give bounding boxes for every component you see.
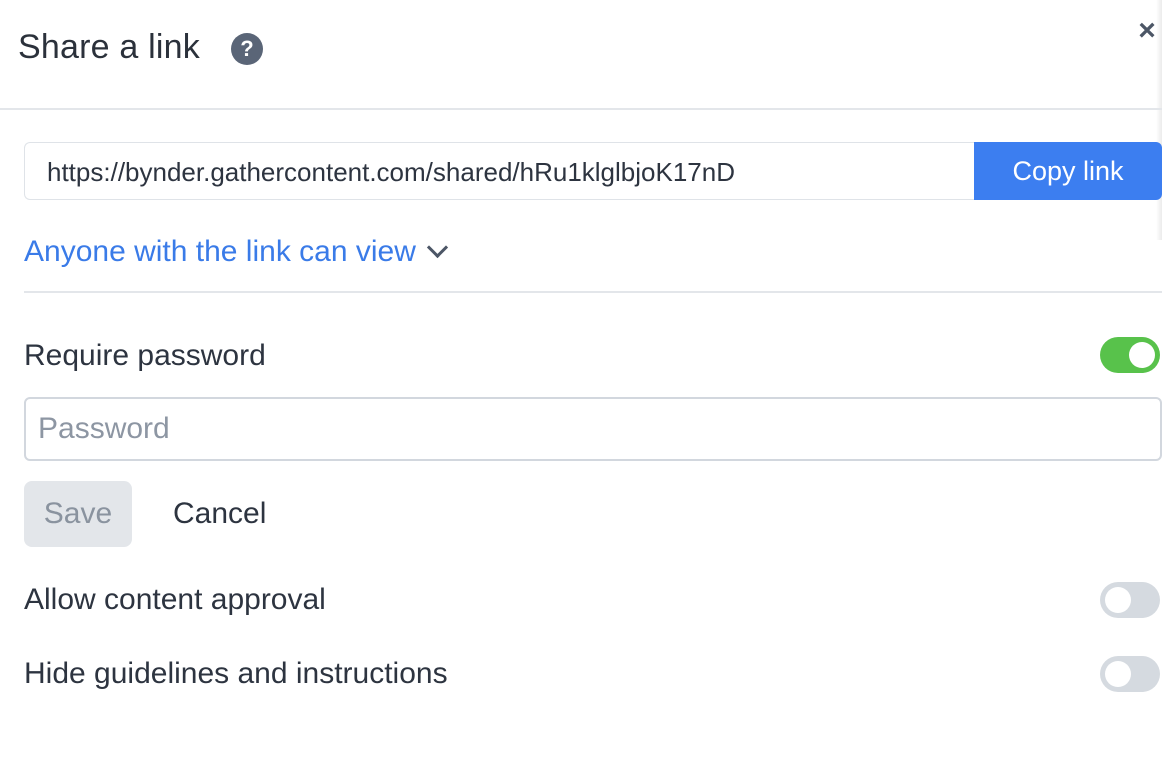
hide-guidelines-toggle[interactable]	[1100, 656, 1160, 692]
toggle-knob	[1105, 587, 1131, 613]
save-button[interactable]: Save	[24, 481, 132, 547]
cancel-button[interactable]: Cancel	[173, 481, 266, 547]
toggle-knob	[1105, 661, 1131, 687]
copy-link-button[interactable]: Copy link	[974, 142, 1162, 200]
close-icon[interactable]: ×	[1133, 16, 1161, 46]
section-divider	[24, 291, 1162, 293]
content-approval-label: Allow content approval	[24, 583, 326, 616]
share-url-text: https://bynder.gathercontent.com/shared/…	[47, 157, 735, 187]
require-password-label: Require password	[24, 339, 266, 372]
password-input[interactable]	[24, 397, 1162, 461]
content-approval-toggle[interactable]	[1100, 582, 1160, 618]
share-url-field[interactable]: https://bynder.gathercontent.com/shared/…	[24, 142, 974, 200]
question-circle-icon[interactable]: ?	[231, 33, 263, 65]
dialog-title: Share a link	[18, 28, 200, 66]
toggle-knob	[1129, 342, 1155, 368]
link-access-label: Anyone with the link can view	[24, 235, 416, 268]
require-password-toggle[interactable]	[1100, 337, 1160, 373]
dialog-header: Share a link ? ×	[0, 0, 1162, 110]
share-link-dialog: Share a link ? × https://bynder.gatherco…	[0, 0, 1162, 758]
chevron-down-icon	[426, 236, 448, 259]
link-access-dropdown[interactable]: Anyone with the link can view	[24, 234, 448, 270]
hide-guidelines-label: Hide guidelines and instructions	[24, 657, 448, 690]
